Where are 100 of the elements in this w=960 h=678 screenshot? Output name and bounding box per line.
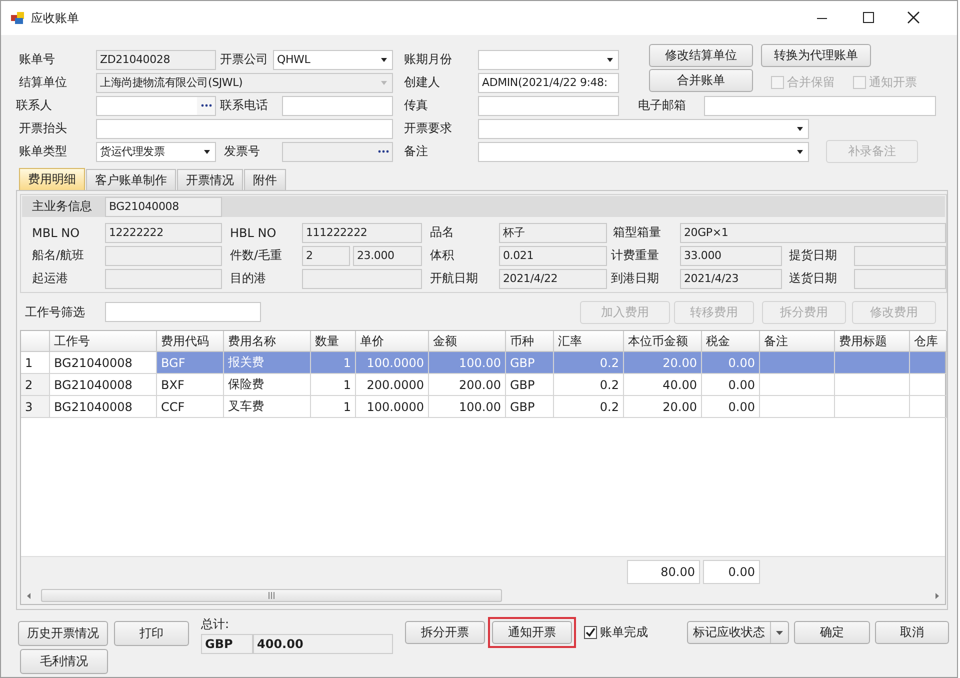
filter-field[interactable]	[105, 302, 261, 322]
field-label: 备注	[404, 143, 429, 160]
table-cell: 200.00	[429, 374, 506, 396]
tab[interactable]: 费用明细	[19, 168, 85, 190]
horizontal-scrollbar[interactable]	[21, 587, 945, 604]
column-header[interactable]: 税金	[702, 331, 760, 352]
action-button[interactable]: 取消	[875, 621, 949, 644]
table-cell: 100.00	[429, 352, 506, 374]
field-label: 到港日期	[611, 270, 660, 287]
text-field[interactable]	[478, 96, 619, 116]
column-header[interactable]: 费用标题	[835, 331, 910, 352]
field-label: 计费重量	[611, 247, 660, 264]
text-field[interactable]: ADMIN(2021/4/22 9:48:	[478, 72, 619, 92]
field-label: 目的港	[230, 270, 267, 287]
action-button[interactable]: 通知开票	[492, 621, 572, 644]
scrollbar-thumb[interactable]	[41, 589, 502, 602]
column-header[interactable]: 单价	[356, 331, 429, 352]
table-cell: 保险费	[224, 374, 311, 396]
table-cell: CCF	[157, 396, 224, 418]
checkbox-label: 通知开票	[869, 74, 917, 91]
text-field[interactable]: 2021/4/23	[680, 268, 782, 288]
column-header[interactable]: 备注	[760, 331, 835, 352]
table-row[interactable]: 3 BG21040008 CCF 叉车费 1 100.0000 100.00 GBP 0.2 20.00 0.00	[21, 396, 945, 418]
text-field[interactable]: 2	[302, 246, 350, 266]
text-field[interactable]	[105, 246, 222, 266]
table-cell: 40.00	[624, 374, 702, 396]
column-header[interactable]: 币种	[506, 331, 554, 352]
split-button[interactable]: 标记应收状态	[687, 621, 789, 644]
text-field[interactable]: 12222222	[105, 222, 222, 242]
column-header[interactable]: 汇率	[554, 331, 624, 352]
text-field[interactable]: 20GP×1	[680, 222, 946, 242]
tab[interactable]: 客户账单制作	[86, 169, 176, 190]
minimize-icon[interactable]	[817, 18, 827, 19]
table-cell: 1	[311, 396, 356, 418]
table-cell: BG21040008	[50, 396, 157, 418]
field-label: 联系电话	[220, 97, 269, 114]
column-header[interactable]: 费用代码	[157, 331, 224, 352]
dropdown[interactable]	[478, 118, 809, 138]
text-field[interactable]: 111222222	[302, 222, 422, 242]
text-field[interactable]	[96, 118, 393, 138]
table-cell: 叉车费	[224, 396, 311, 418]
field-label: 工作号筛选	[25, 304, 86, 320]
tab[interactable]: 开票情况	[177, 169, 243, 190]
close-icon[interactable]	[907, 11, 920, 24]
text-field[interactable]	[704, 96, 936, 116]
text-field[interactable]	[105, 268, 222, 288]
column-header[interactable]: 工作号	[50, 331, 157, 352]
field-label: 件数/毛重	[230, 247, 284, 264]
column-header[interactable]: 数量	[311, 331, 356, 352]
text-field[interactable]: 杯子	[499, 222, 607, 242]
dropdown[interactable]	[478, 50, 619, 70]
table-cell: 报关费	[224, 352, 311, 374]
table-cell: 0.00	[702, 374, 760, 396]
column-header[interactable]: 本位币金额	[624, 331, 702, 352]
field-label: 开票公司	[220, 51, 269, 68]
dropdown[interactable]: QHWL	[273, 50, 393, 70]
text-field[interactable]: BG21040008	[105, 196, 222, 216]
ellipsis-button[interactable]	[197, 96, 215, 114]
action-button[interactable]: 打印	[114, 621, 189, 646]
total-label: 总计:	[201, 616, 230, 631]
field-label: 开航日期	[430, 270, 479, 287]
column-header[interactable]: 费用名称	[224, 331, 311, 352]
text-field[interactable]: 2021/4/22	[499, 268, 607, 288]
column-header[interactable]: 金额	[429, 331, 506, 352]
field-label: 创建人	[404, 74, 441, 91]
table-cell	[910, 374, 947, 396]
action-button[interactable]: 毛利情况	[20, 649, 108, 674]
tab[interactable]: 附件	[244, 169, 286, 190]
field-label: MBL NO	[32, 226, 81, 240]
text-field[interactable]	[854, 246, 946, 266]
action-button[interactable]: 历史开票情况	[18, 621, 108, 646]
table-row[interactable]: 1 BG21040008 BGF 报关费 1 100.0000 100.00 GBP 0.2 20.00 0.00	[21, 352, 945, 374]
maximize-icon[interactable]	[863, 12, 874, 23]
action-button[interactable]: 合并账单	[649, 69, 753, 92]
field-label: 账单类型	[19, 143, 68, 160]
action-button[interactable]: 转换为代理账单	[761, 44, 871, 66]
scroll-right-icon[interactable]	[933, 592, 941, 600]
row-number: 3	[21, 396, 50, 418]
table-row[interactable]: 2 BG21040008 BXF 保险费 1 200.0000 200.00 GBP 0.2 40.00 0.00	[21, 374, 945, 396]
checkbox[interactable]	[584, 626, 597, 639]
text-field[interactable]: 0.021	[499, 246, 607, 266]
dropdown[interactable]: 货运代理发票	[96, 142, 216, 162]
text-field[interactable]	[854, 268, 946, 288]
row-number: 1	[21, 352, 50, 374]
lookup-field[interactable]	[96, 96, 216, 116]
field-label: 开票要求	[404, 120, 453, 137]
dropdown[interactable]	[478, 142, 809, 162]
app-icon	[11, 12, 24, 24]
text-field[interactable]	[302, 268, 422, 288]
table-cell: 0.2	[554, 352, 624, 374]
caret-icon[interactable]	[776, 630, 783, 634]
text-field[interactable]	[282, 96, 393, 116]
column-header[interactable]: 仓库	[910, 331, 947, 352]
action-button[interactable]: 修改结算单位	[649, 44, 753, 66]
scroll-left-icon[interactable]	[25, 592, 33, 600]
action-button[interactable]: 确定	[794, 621, 870, 644]
text-field[interactable]: 33.000	[680, 246, 782, 266]
text-field[interactable]: 23.000	[353, 246, 422, 266]
action-button[interactable]: 拆分开票	[405, 621, 485, 644]
ellipsis-icon[interactable]	[200, 104, 212, 107]
